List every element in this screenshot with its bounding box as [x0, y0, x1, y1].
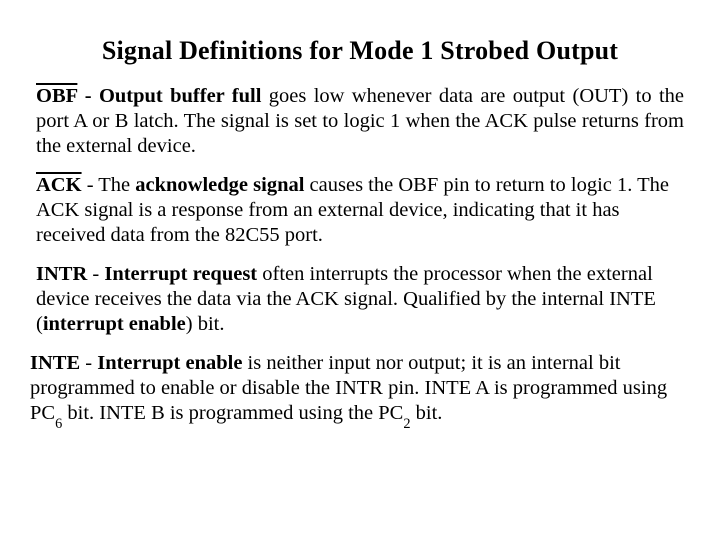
paren-term-intr: interrupt enable	[43, 313, 186, 335]
definition-inte: INTE - Interrupt enable is neither input…	[30, 351, 684, 426]
page-title: Signal Definitions for Mode 1 Strobed Ou…	[36, 36, 684, 66]
term-separator: - The	[82, 174, 136, 196]
definition-text-inte-3: bit.	[411, 402, 443, 424]
subscript-pc2: 2	[403, 416, 410, 432]
signal-name-intr: INTR	[36, 263, 87, 285]
term-separator: -	[77, 85, 99, 107]
signal-name-ack: ACK	[36, 174, 82, 196]
term-separator: -	[87, 263, 104, 285]
definitions-list: OBF - Output buffer full goes low whenev…	[36, 84, 684, 426]
term-name-intr: Interrupt request	[104, 263, 257, 285]
term-name-inte: Interrupt enable	[97, 352, 242, 374]
signal-name-inte: INTE	[30, 352, 80, 374]
definition-text-inte-2: bit. INTE B is programmed using the PC	[62, 402, 403, 424]
term-name-obf: Output buffer full	[99, 85, 261, 107]
term-separator: -	[80, 352, 97, 374]
definition-obf: OBF - Output buffer full goes low whenev…	[36, 84, 684, 159]
definition-intr: INTR - Interrupt request often interrupt…	[36, 262, 684, 337]
subscript-pc6: 6	[55, 416, 62, 432]
document-page: Signal Definitions for Mode 1 Strobed Ou…	[0, 0, 720, 476]
definition-text-intr-2: ) bit.	[186, 313, 225, 335]
term-name-ack: acknowledge signal	[135, 174, 304, 196]
definition-ack: ACK - The acknowledge signal causes the …	[36, 173, 684, 248]
signal-name-obf: OBF	[36, 85, 77, 107]
